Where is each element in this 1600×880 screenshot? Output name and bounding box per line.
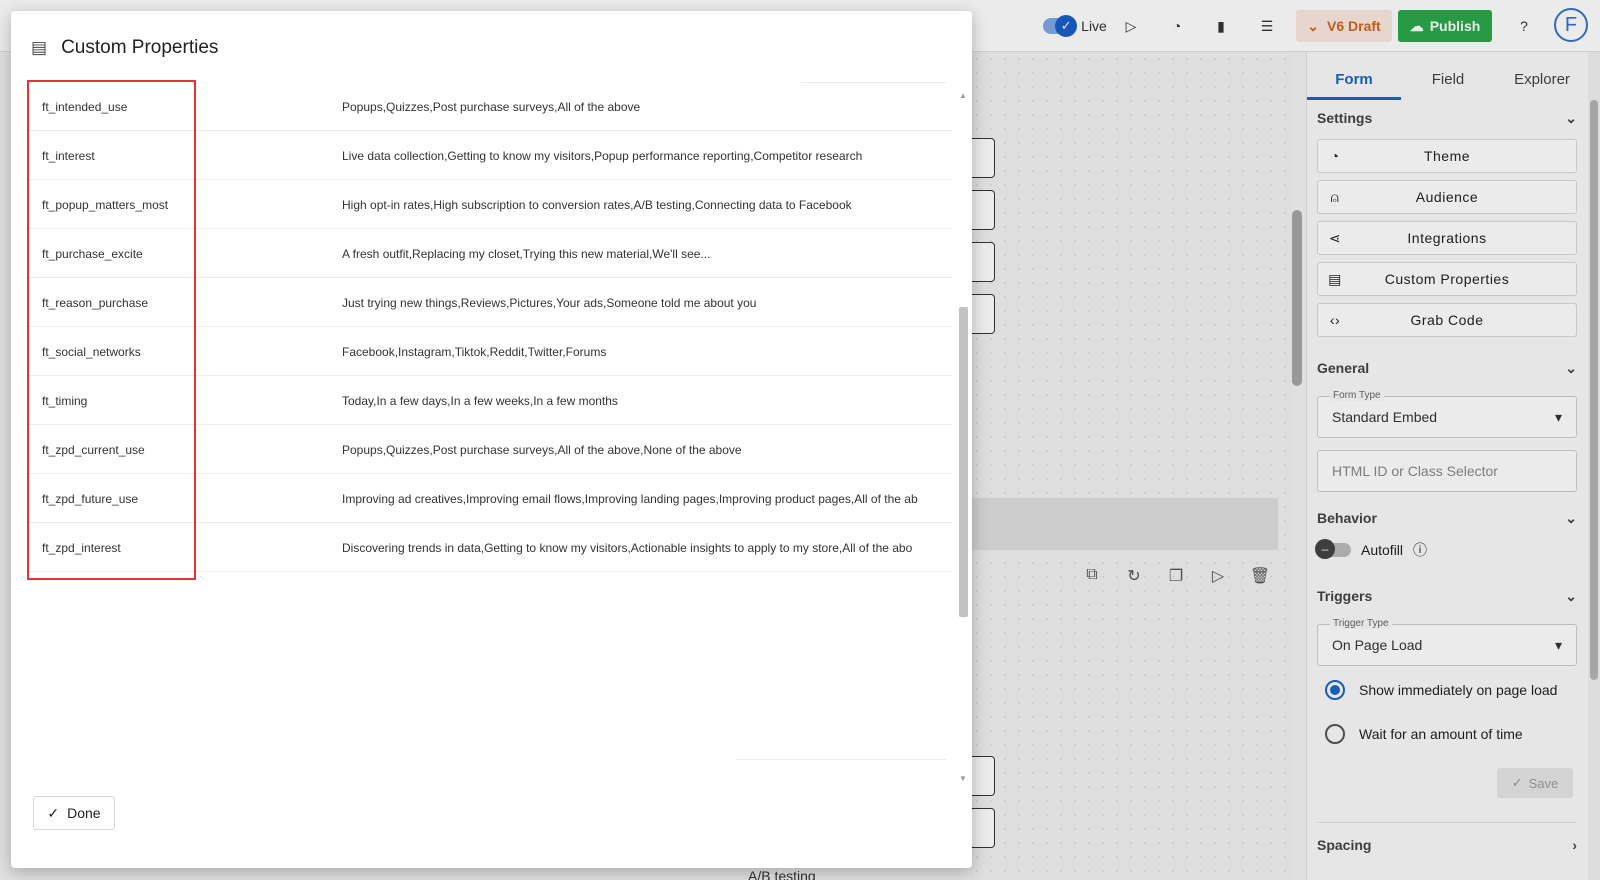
list-box-icon: ▤ xyxy=(31,38,48,57)
property-key: ft_zpd_interest xyxy=(42,541,121,555)
property-key: ft_popup_matters_most xyxy=(42,198,169,212)
dialog-scrollbar[interactable]: ▲ ▼ xyxy=(957,91,969,791)
divider xyxy=(736,759,946,760)
property-key: ft_reason_purchase xyxy=(42,296,149,310)
property-key: ft_zpd_current_use xyxy=(42,443,145,457)
done-label: Done xyxy=(67,805,101,821)
dialog-scrollbar-thumb[interactable] xyxy=(959,307,968,617)
property-value: Popups,Quizzes,Post purchase surveys,All… xyxy=(342,100,641,114)
table-row: ft_interest Live data collection,Getting… xyxy=(27,131,952,180)
property-key: ft_interest xyxy=(42,149,95,163)
dialog-title: Custom Properties xyxy=(61,37,219,58)
scroll-down-icon[interactable]: ▼ xyxy=(959,774,967,783)
scroll-up-icon[interactable]: ▲ xyxy=(959,91,967,100)
property-value: Facebook,Instagram,Tiktok,Reddit,Twitter… xyxy=(342,345,607,359)
table-row: ft_social_networks Facebook,Instagram,Ti… xyxy=(27,327,952,376)
property-value: Today,In a few days,In a few weeks,In a … xyxy=(342,394,618,408)
property-value: Just trying new things,Reviews,Pictures,… xyxy=(342,296,757,310)
dialog-header: ▤ Custom Properties xyxy=(31,37,218,59)
property-value: Improving ad creatives,Improving email f… xyxy=(342,492,918,506)
table-row: ft_reason_purchase Just trying new thing… xyxy=(27,278,952,327)
property-value: Popups,Quizzes,Post purchase surveys,All… xyxy=(342,443,742,457)
table-row: ft_popup_matters_most High opt-in rates,… xyxy=(27,180,952,229)
property-key: ft_social_networks xyxy=(42,345,141,359)
property-value: Discovering trends in data,Getting to kn… xyxy=(342,541,913,555)
table-row: ft_zpd_current_use Popups,Quizzes,Post p… xyxy=(27,425,952,474)
table-row: ft_zpd_future_use Improving ad creatives… xyxy=(27,474,952,523)
property-value: Live data collection,Getting to know my … xyxy=(342,149,863,163)
property-key: ft_timing xyxy=(42,394,88,408)
properties-table: ft_intended_use Popups,Quizzes,Post purc… xyxy=(27,82,962,782)
table-row: ft_intended_use Popups,Quizzes,Post purc… xyxy=(27,82,952,131)
table-row: ft_zpd_interest Discovering trends in da… xyxy=(27,523,952,572)
property-key: ft_purchase_excite xyxy=(42,247,143,261)
property-key: ft_intended_use xyxy=(42,100,128,114)
custom-properties-dialog: ▤ Custom Properties ft_intended_use Popu… xyxy=(11,11,972,868)
property-value: High opt-in rates,High subscription to c… xyxy=(342,198,852,212)
check-icon: ✓ xyxy=(47,804,60,821)
table-row: ft_purchase_excite A fresh outfit,Replac… xyxy=(27,229,952,278)
property-key: ft_zpd_future_use xyxy=(42,492,139,506)
property-value: A fresh outfit,Replacing my closet,Tryin… xyxy=(342,247,711,261)
done-button[interactable]: ✓ Done xyxy=(33,796,115,830)
table-row: ft_timing Today,In a few days,In a few w… xyxy=(27,376,952,425)
